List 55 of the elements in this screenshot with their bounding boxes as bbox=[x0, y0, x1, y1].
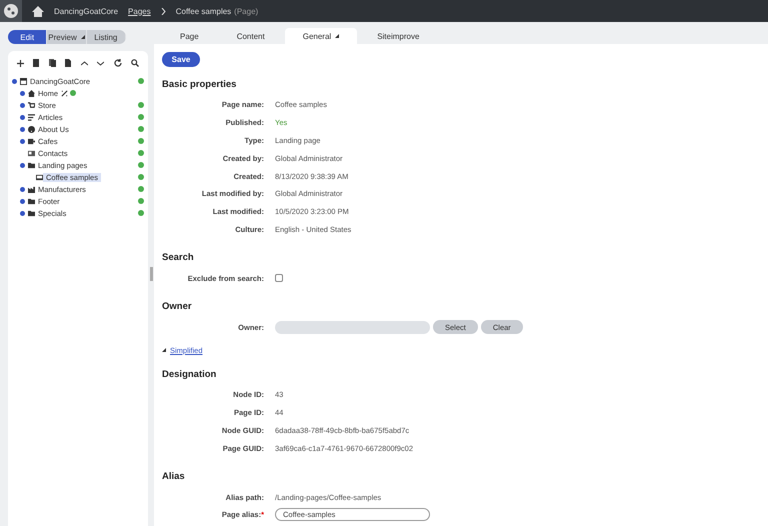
list-icon bbox=[28, 114, 35, 120]
house-icon bbox=[28, 90, 35, 96]
save-button[interactable]: Save bbox=[162, 52, 200, 67]
tab[interactable]: Content bbox=[218, 28, 283, 44]
expand-toggle[interactable] bbox=[20, 126, 25, 132]
expand-toggle[interactable] bbox=[12, 78, 17, 84]
expand-toggle[interactable] bbox=[20, 186, 25, 192]
splitter-handle[interactable] bbox=[150, 267, 152, 281]
tab[interactable]: General bbox=[284, 28, 358, 44]
expand-toggle[interactable] bbox=[20, 198, 25, 204]
tab[interactable]: Siteimprove bbox=[359, 28, 438, 44]
checkbox[interactable] bbox=[275, 274, 283, 282]
percent-icon bbox=[61, 90, 68, 96]
expand-toggle[interactable] bbox=[20, 138, 25, 144]
section-heading: Owner bbox=[162, 301, 193, 312]
folder-icon bbox=[28, 162, 35, 168]
table-icon bbox=[20, 78, 27, 84]
caret-icon bbox=[162, 348, 166, 352]
home-icon[interactable] bbox=[32, 6, 44, 16]
cup-icon bbox=[28, 138, 35, 144]
site-name[interactable]: DancingGoatCore bbox=[54, 6, 118, 16]
logo-icon[interactable] bbox=[4, 4, 18, 18]
breadcrumb-current: Coffee samples bbox=[176, 6, 232, 16]
refresh-icon[interactable] bbox=[114, 59, 122, 67]
down-icon[interactable] bbox=[97, 60, 104, 66]
section-heading: Search bbox=[162, 252, 195, 264]
trash-icon[interactable] bbox=[33, 59, 40, 67]
chevron-icon bbox=[160, 8, 166, 14]
page-icon bbox=[36, 174, 43, 180]
published-check-icon bbox=[70, 90, 76, 96]
expand-toggle[interactable] bbox=[20, 114, 25, 120]
section-heading: Designation bbox=[162, 368, 218, 380]
section-heading: Basic properties bbox=[162, 79, 238, 90]
copy-icon[interactable] bbox=[48, 59, 56, 67]
owner-field[interactable] bbox=[275, 320, 430, 334]
document-icon[interactable] bbox=[65, 59, 72, 67]
expand-toggle[interactable] bbox=[20, 90, 25, 96]
mode-tab[interactable]: Edit bbox=[8, 30, 48, 44]
add-icon[interactable] bbox=[16, 60, 24, 66]
cart-icon bbox=[28, 102, 35, 108]
search-icon[interactable] bbox=[131, 59, 140, 67]
expand-toggle[interactable] bbox=[20, 162, 25, 168]
breadcrumb-link[interactable]: Pages bbox=[128, 6, 151, 16]
section-heading: Alias bbox=[162, 471, 186, 482]
contact-card-icon bbox=[28, 150, 35, 156]
mode-tab[interactable]: Preview bbox=[47, 30, 87, 44]
page-type: (Page) bbox=[234, 6, 258, 16]
expand-toggle[interactable] bbox=[20, 210, 25, 216]
tab[interactable]: Page bbox=[162, 28, 217, 44]
factory-icon bbox=[28, 186, 35, 192]
up-icon[interactable] bbox=[80, 60, 88, 66]
question-icon bbox=[28, 126, 35, 132]
expand-toggle[interactable] bbox=[20, 102, 25, 108]
published-check-icon bbox=[138, 78, 144, 84]
mode-tab[interactable]: Listing bbox=[86, 30, 126, 44]
